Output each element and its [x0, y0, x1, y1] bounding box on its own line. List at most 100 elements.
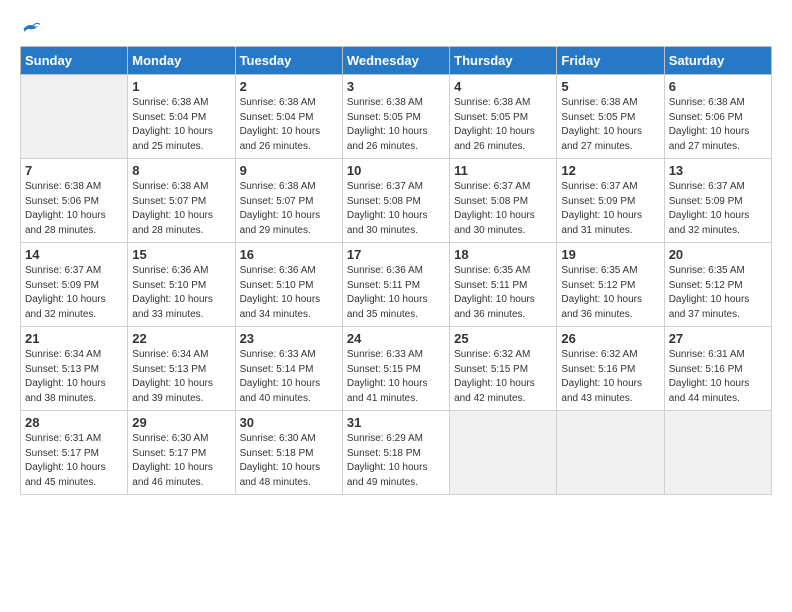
logo	[20, 20, 40, 38]
calendar-cell: 17Sunrise: 6:36 AM Sunset: 5:11 PM Dayli…	[342, 243, 449, 327]
day-number: 13	[669, 163, 767, 178]
weekday-header-monday: Monday	[128, 47, 235, 75]
day-number: 4	[454, 79, 552, 94]
day-info: Sunrise: 6:30 AM Sunset: 5:18 PM Dayligh…	[240, 432, 338, 490]
calendar-cell	[557, 411, 664, 495]
calendar-cell: 25 Sunrise: 6:32 AM Sunset: 5:15 PM Dayli…	[450, 327, 557, 411]
day-number: 16	[240, 247, 338, 262]
day-number: 14	[25, 247, 123, 262]
day-number: 3	[347, 79, 445, 94]
calendar-week-row: 21Sunrise: 6:34 AM Sunset: 5:13 PM Dayli…	[21, 327, 772, 411]
day-info: Sunrise: 6:38 AM Sunset: 5:05 PM Dayligh…	[347, 96, 445, 154]
calendar-cell	[450, 411, 557, 495]
day-number: 30	[240, 415, 338, 430]
day-info: Sunrise: 6:35 AM Sunset: 5:12 PM Dayligh…	[561, 264, 659, 322]
day-info: Sunrise: 6:38 AM Sunset: 5:07 PM Dayligh…	[240, 180, 338, 238]
page-header	[20, 20, 772, 38]
day-info: Sunrise: 6:35 AM Sunset: 5:11 PM Dayligh…	[454, 264, 552, 322]
calendar-cell: 15 Sunrise: 6:36 AM Sunset: 5:10 PM Dayli…	[128, 243, 235, 327]
day-info: Sunrise: 6:32 AM Sunset: 5:16 PM Dayligh…	[561, 348, 659, 406]
weekday-header-wednesday: Wednesday	[342, 47, 449, 75]
calendar-cell: 14 Sunrise: 6:37 AM Sunset: 5:09 PM Dayli…	[21, 243, 128, 327]
calendar-week-row: 14 Sunrise: 6:37 AM Sunset: 5:09 PM Dayli…	[21, 243, 772, 327]
calendar-cell: 7 Sunrise: 6:38 AM Sunset: 5:06 PM Daylig…	[21, 159, 128, 243]
day-info: Sunrise: 6:35 AM Sunset: 5:12 PM Dayligh…	[669, 264, 767, 322]
calendar-cell: 11 Sunrise: 6:37 AM Sunset: 5:08 PM Dayli…	[450, 159, 557, 243]
day-info: Sunrise: 6:37 AM Sunset: 5:09 PM Dayligh…	[669, 180, 767, 238]
day-number: 23	[240, 331, 338, 346]
calendar-cell	[664, 411, 771, 495]
day-number: 28	[25, 415, 123, 430]
day-number: 26	[561, 331, 659, 346]
day-info: Sunrise: 6:38 AM Sunset: 5:05 PM Dayligh…	[561, 96, 659, 154]
day-number: 29	[132, 415, 230, 430]
day-number: 15	[132, 247, 230, 262]
day-number: 27	[669, 331, 767, 346]
calendar-cell: 10Sunrise: 6:37 AM Sunset: 5:08 PM Dayli…	[342, 159, 449, 243]
day-number: 11	[454, 163, 552, 178]
calendar-cell: 2Sunrise: 6:38 AM Sunset: 5:04 PM Daylig…	[235, 75, 342, 159]
day-info: Sunrise: 6:38 AM Sunset: 5:06 PM Dayligh…	[669, 96, 767, 154]
calendar-table: SundayMondayTuesdayWednesdayThursdayFrid…	[20, 46, 772, 495]
day-number: 5	[561, 79, 659, 94]
day-number: 7	[25, 163, 123, 178]
day-info: Sunrise: 6:38 AM Sunset: 5:05 PM Dayligh…	[454, 96, 552, 154]
calendar-cell: 19 Sunrise: 6:35 AM Sunset: 5:12 PM Dayli…	[557, 243, 664, 327]
calendar-cell: 13 Sunrise: 6:37 AM Sunset: 5:09 PM Dayli…	[664, 159, 771, 243]
calendar-cell: 28 Sunrise: 6:31 AM Sunset: 5:17 PM Dayli…	[21, 411, 128, 495]
day-info: Sunrise: 6:33 AM Sunset: 5:14 PM Dayligh…	[240, 348, 338, 406]
calendar-cell	[21, 75, 128, 159]
calendar-cell: 31Sunrise: 6:29 AM Sunset: 5:18 PM Dayli…	[342, 411, 449, 495]
calendar-cell: 23 Sunrise: 6:33 AM Sunset: 5:14 PM Dayli…	[235, 327, 342, 411]
calendar-cell: 8Sunrise: 6:38 AM Sunset: 5:07 PM Daylig…	[128, 159, 235, 243]
day-number: 19	[561, 247, 659, 262]
calendar-cell: 9Sunrise: 6:38 AM Sunset: 5:07 PM Daylig…	[235, 159, 342, 243]
calendar-cell: 1 Sunrise: 6:38 AM Sunset: 5:04 PM Daylig…	[128, 75, 235, 159]
day-info: Sunrise: 6:37 AM Sunset: 5:09 PM Dayligh…	[561, 180, 659, 238]
day-info: Sunrise: 6:38 AM Sunset: 5:04 PM Dayligh…	[132, 96, 230, 154]
day-info: Sunrise: 6:36 AM Sunset: 5:10 PM Dayligh…	[132, 264, 230, 322]
calendar-cell: 30 Sunrise: 6:30 AM Sunset: 5:18 PM Dayli…	[235, 411, 342, 495]
day-info: Sunrise: 6:38 AM Sunset: 5:06 PM Dayligh…	[25, 180, 123, 238]
calendar-week-row: 28 Sunrise: 6:31 AM Sunset: 5:17 PM Dayli…	[21, 411, 772, 495]
calendar-cell: 27 Sunrise: 6:31 AM Sunset: 5:16 PM Dayli…	[664, 327, 771, 411]
calendar-cell: 18 Sunrise: 6:35 AM Sunset: 5:11 PM Dayli…	[450, 243, 557, 327]
day-info: Sunrise: 6:31 AM Sunset: 5:16 PM Dayligh…	[669, 348, 767, 406]
calendar-cell: 6 Sunrise: 6:38 AM Sunset: 5:06 PM Daylig…	[664, 75, 771, 159]
calendar-week-row: 7 Sunrise: 6:38 AM Sunset: 5:06 PM Daylig…	[21, 159, 772, 243]
day-info: Sunrise: 6:33 AM Sunset: 5:15 PM Dayligh…	[347, 348, 445, 406]
calendar-cell: 29Sunrise: 6:30 AM Sunset: 5:17 PM Dayli…	[128, 411, 235, 495]
day-info: Sunrise: 6:34 AM Sunset: 5:13 PM Dayligh…	[132, 348, 230, 406]
day-info: Sunrise: 6:34 AM Sunset: 5:13 PM Dayligh…	[25, 348, 123, 406]
day-info: Sunrise: 6:37 AM Sunset: 5:09 PM Dayligh…	[25, 264, 123, 322]
day-number: 20	[669, 247, 767, 262]
day-number: 2	[240, 79, 338, 94]
calendar-cell: 21Sunrise: 6:34 AM Sunset: 5:13 PM Dayli…	[21, 327, 128, 411]
day-info: Sunrise: 6:37 AM Sunset: 5:08 PM Dayligh…	[454, 180, 552, 238]
day-number: 12	[561, 163, 659, 178]
day-number: 18	[454, 247, 552, 262]
weekday-header-row: SundayMondayTuesdayWednesdayThursdayFrid…	[21, 47, 772, 75]
weekday-header-tuesday: Tuesday	[235, 47, 342, 75]
calendar-cell: 22Sunrise: 6:34 AM Sunset: 5:13 PM Dayli…	[128, 327, 235, 411]
day-info: Sunrise: 6:29 AM Sunset: 5:18 PM Dayligh…	[347, 432, 445, 490]
calendar-week-row: 1 Sunrise: 6:38 AM Sunset: 5:04 PM Daylig…	[21, 75, 772, 159]
day-number: 1	[132, 79, 230, 94]
day-info: Sunrise: 6:38 AM Sunset: 5:07 PM Dayligh…	[132, 180, 230, 238]
calendar-cell: 26 Sunrise: 6:32 AM Sunset: 5:16 PM Dayli…	[557, 327, 664, 411]
day-info: Sunrise: 6:31 AM Sunset: 5:17 PM Dayligh…	[25, 432, 123, 490]
calendar-cell: 16 Sunrise: 6:36 AM Sunset: 5:10 PM Dayli…	[235, 243, 342, 327]
day-info: Sunrise: 6:36 AM Sunset: 5:10 PM Dayligh…	[240, 264, 338, 322]
day-number: 25	[454, 331, 552, 346]
calendar-cell: 24Sunrise: 6:33 AM Sunset: 5:15 PM Dayli…	[342, 327, 449, 411]
day-number: 17	[347, 247, 445, 262]
calendar-cell: 4 Sunrise: 6:38 AM Sunset: 5:05 PM Daylig…	[450, 75, 557, 159]
calendar-cell: 20 Sunrise: 6:35 AM Sunset: 5:12 PM Dayli…	[664, 243, 771, 327]
calendar-cell: 12 Sunrise: 6:37 AM Sunset: 5:09 PM Dayli…	[557, 159, 664, 243]
weekday-header-thursday: Thursday	[450, 47, 557, 75]
calendar-cell: 5 Sunrise: 6:38 AM Sunset: 5:05 PM Daylig…	[557, 75, 664, 159]
day-info: Sunrise: 6:32 AM Sunset: 5:15 PM Dayligh…	[454, 348, 552, 406]
day-info: Sunrise: 6:37 AM Sunset: 5:08 PM Dayligh…	[347, 180, 445, 238]
weekday-header-friday: Friday	[557, 47, 664, 75]
day-number: 6	[669, 79, 767, 94]
